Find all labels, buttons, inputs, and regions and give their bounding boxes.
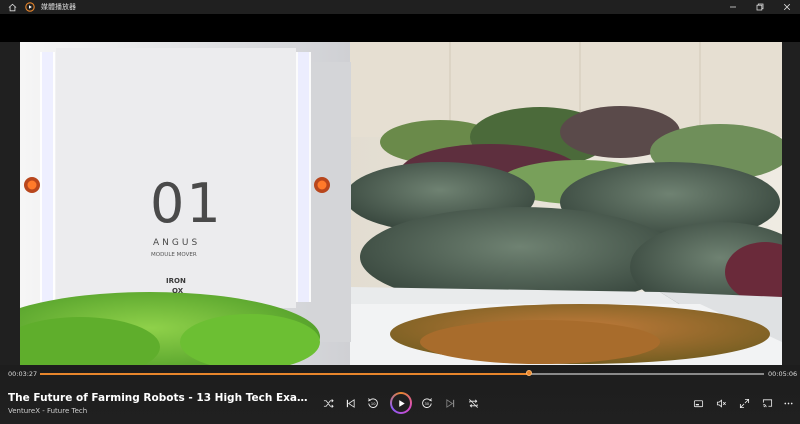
duration-time: 00:05:06 xyxy=(768,370,798,378)
svg-text:10: 10 xyxy=(371,402,376,406)
miniplayer-button[interactable] xyxy=(688,393,708,413)
previous-button[interactable] xyxy=(340,393,360,413)
next-icon xyxy=(445,398,456,409)
close-button[interactable] xyxy=(773,0,800,14)
miniplayer-icon xyxy=(693,398,704,409)
robot-caption: MODULE MOVER xyxy=(151,252,197,258)
repeat-off-icon xyxy=(468,398,479,409)
shuffle-button[interactable] xyxy=(318,393,338,413)
previous-icon xyxy=(345,398,356,409)
media-title: The Future of Farming Robots - 13 High T… xyxy=(8,392,313,404)
seek-track[interactable] xyxy=(40,370,764,376)
letterbox-top xyxy=(0,14,800,42)
volume-mute-icon xyxy=(716,398,727,409)
svg-text:30: 30 xyxy=(425,402,430,406)
seek-bar[interactable]: 00:03:27 00:05:06 xyxy=(0,365,800,381)
elapsed-time: 00:03:27 xyxy=(8,370,38,378)
play-button[interactable] xyxy=(389,391,413,415)
minimize-icon xyxy=(729,3,737,11)
media-subtitle[interactable]: VentureX - Future Tech xyxy=(8,407,87,415)
more-options-button[interactable] xyxy=(778,393,798,413)
logo-text-bottom: OX xyxy=(172,287,184,295)
title-bar: 媒體播放器 xyxy=(0,0,800,14)
fullscreen-icon xyxy=(739,398,750,409)
robot-number: 01 xyxy=(150,172,223,235)
fullscreen-button[interactable] xyxy=(734,393,754,413)
restore-icon xyxy=(756,3,764,11)
robot-name: ANGUS xyxy=(153,238,201,248)
more-icon xyxy=(783,398,794,409)
minimize-button[interactable] xyxy=(719,0,746,14)
forward-30-button[interactable]: 30 xyxy=(417,393,437,413)
play-icon xyxy=(397,399,406,408)
cast-button[interactable] xyxy=(757,393,777,413)
play-button-ring xyxy=(390,392,412,414)
close-icon xyxy=(783,3,791,11)
logo-text-top: IRON xyxy=(166,277,186,285)
rewind-10-button[interactable]: 10 xyxy=(363,393,383,413)
rewind-10-icon: 10 xyxy=(367,397,379,409)
next-button[interactable] xyxy=(440,393,460,413)
app-title: 媒體播放器 xyxy=(41,3,76,11)
shuffle-icon xyxy=(323,398,334,409)
home-icon[interactable] xyxy=(3,0,21,14)
video-scene xyxy=(20,42,782,365)
video-frame[interactable]: 01 ANGUS MODULE MOVER IRON OX xyxy=(20,42,782,365)
app-logo-icon xyxy=(21,0,39,14)
restore-button[interactable] xyxy=(746,0,773,14)
forward-30-icon: 30 xyxy=(421,397,433,409)
seek-fill xyxy=(40,373,530,375)
seek-thumb[interactable] xyxy=(526,370,533,376)
cast-icon xyxy=(762,398,773,409)
repeat-button[interactable] xyxy=(463,393,483,413)
volume-button[interactable] xyxy=(711,393,731,413)
